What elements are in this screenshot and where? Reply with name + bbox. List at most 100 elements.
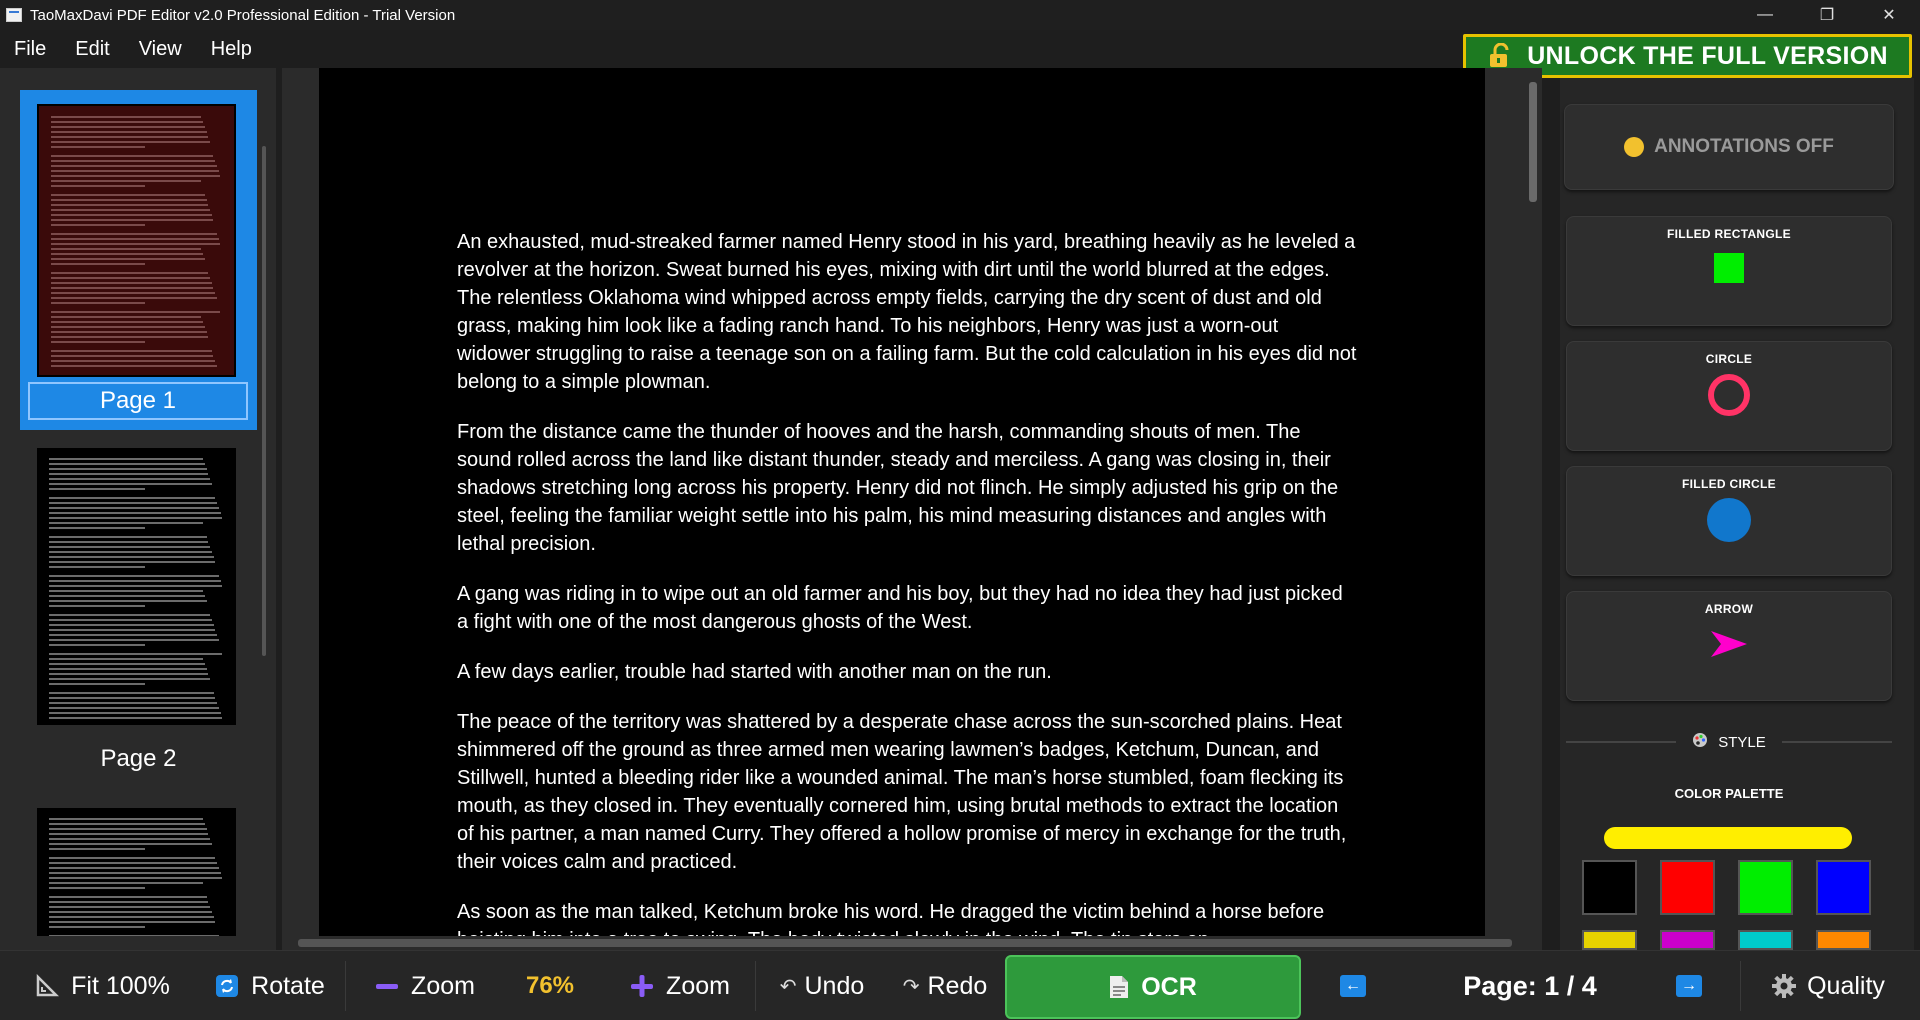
tool-filled-rectangle[interactable]: FILLED RECTANGLE — [1566, 216, 1892, 326]
thumbnail-text-line — [49, 872, 221, 874]
thumbnail-text-line — [51, 170, 219, 172]
app-icon — [6, 8, 22, 22]
menu-help[interactable]: Help — [211, 38, 252, 61]
annotations-toggle-button[interactable]: ANNOTATIONS OFF — [1564, 104, 1894, 190]
menu-edit[interactable]: Edit — [75, 38, 109, 61]
thumbnail-text-line — [49, 683, 146, 685]
filled-rectangle-icon — [1567, 251, 1891, 285]
zoom-in-button[interactable]: Zoom — [625, 951, 735, 1020]
thumbnail-text-line — [49, 857, 216, 859]
thumbnail-text-line — [51, 238, 219, 240]
thumbnail-text-line — [51, 336, 209, 338]
swatch-magenta[interactable] — [1660, 930, 1715, 950]
thumbnail-text-line — [49, 473, 209, 475]
horizontal-scrollbar[interactable] — [282, 936, 1524, 950]
paragraph: As soon as the man talked, Ketchum broke… — [457, 901, 1325, 936]
status-dot-icon — [1624, 137, 1645, 157]
thumbnail-text-line — [51, 131, 207, 133]
thumbnail-text-line — [49, 512, 221, 514]
thumbnail-text-line — [51, 126, 205, 128]
swatch-orange[interactable] — [1816, 930, 1871, 950]
thumbnail-text-line — [49, 843, 212, 845]
horizontal-scroll-thumb[interactable] — [298, 939, 1512, 947]
thumbnail-text-line — [49, 658, 203, 660]
style-divider: STYLE — [1566, 730, 1892, 754]
arrow-right-icon: → — [1676, 975, 1702, 997]
thumbnail-text-line — [49, 522, 203, 524]
swatch-cyan[interactable] — [1738, 930, 1793, 950]
rotate-button[interactable]: Rotate — [210, 951, 330, 1020]
vertical-scrollbar[interactable] — [1524, 68, 1542, 936]
tool-circle[interactable]: CIRCLE — [1566, 341, 1892, 451]
color-swatches — [1582, 860, 1892, 950]
thumbnail-text-line — [51, 141, 211, 143]
tool-arrow[interactable]: ARROW — [1566, 591, 1892, 701]
ocr-label: OCR — [1141, 972, 1197, 1001]
thumbnail-text-line — [51, 233, 217, 235]
swatch-yellow[interactable] — [1582, 930, 1637, 950]
thumbnail-text-line — [49, 926, 146, 928]
thumbnail-text-line — [49, 605, 146, 607]
thumbnail-label: Page 1 — [28, 382, 248, 420]
thumbnail-page-3[interactable] — [20, 808, 257, 950]
plus-icon — [630, 974, 654, 998]
thumbnail-text-line — [49, 497, 216, 499]
thumbnail-text-line — [49, 458, 203, 460]
swatch-blue[interactable] — [1816, 860, 1871, 915]
tool-filled-circle[interactable]: FILLED CIRCLE — [1566, 466, 1892, 576]
menu-file[interactable]: File — [14, 38, 46, 61]
restore-button[interactable]: ❐ — [1796, 0, 1858, 30]
arrow-left-icon: ← — [1340, 975, 1366, 997]
thumbnail-text-line — [51, 121, 204, 123]
paragraph: An exhausted, mud-streaked farmer named … — [457, 231, 1357, 393]
thumbnail-page-2[interactable]: Page 2 — [20, 448, 257, 788]
arrow-icon — [1567, 628, 1891, 660]
thumbnail-label: Page 2 — [100, 745, 177, 772]
close-button[interactable]: ✕ — [1858, 0, 1920, 30]
thumbnail-text-line — [49, 463, 205, 465]
thumbnail-text-line — [51, 326, 205, 328]
rotate-icon — [215, 974, 239, 998]
thumbnail-text-line — [49, 663, 205, 665]
swatch-black[interactable] — [1582, 860, 1637, 915]
thumbnail-text-line — [49, 575, 219, 577]
zoom-out-button[interactable]: Zoom — [370, 951, 480, 1020]
thumbnail-text-line — [51, 311, 221, 313]
menu-view[interactable]: View — [139, 38, 182, 61]
vertical-scroll-thumb[interactable] — [1529, 82, 1537, 202]
app-window: TaoMaxDavi PDF Editor v2.0 Professional … — [0, 0, 1920, 1020]
redo-icon: ↷ — [902, 975, 920, 998]
next-page-button[interactable]: → — [1674, 951, 1704, 1020]
tool-label: FILLED RECTANGLE — [1667, 227, 1791, 241]
bottom-toolbar: Fit 100% Rotate Zoom 76% Zoom ↶ Undo ↷ R… — [0, 950, 1920, 1020]
menu-bar: File Edit View Help — [0, 30, 1460, 68]
quality-button[interactable]: Quality — [1768, 951, 1888, 1020]
thumbnail-sidebar: Page 1 Page 2 — [0, 68, 276, 950]
swatch-green[interactable] — [1738, 860, 1793, 915]
ocr-button[interactable]: OCR — [1005, 955, 1301, 1019]
document-icon — [1109, 975, 1129, 999]
paragraph: The peace of the territory was shattered… — [457, 711, 1347, 873]
thumbnail-text-line — [51, 116, 202, 118]
thumbnail-text-line — [51, 243, 221, 245]
swatch-red[interactable] — [1660, 860, 1715, 915]
previous-page-button[interactable]: ← — [1338, 951, 1368, 1020]
thumbnail-scrollbar[interactable] — [262, 146, 266, 656]
thumbnail-page-1[interactable]: Page 1 — [20, 90, 257, 430]
undo-button[interactable]: ↶ Undo — [772, 951, 872, 1020]
thumbnail-text-line — [51, 263, 146, 265]
fit-100-button[interactable]: Fit 100% — [30, 951, 175, 1020]
thumbnail-page-3-image — [37, 808, 236, 936]
redo-button[interactable]: ↷ Redo — [895, 951, 995, 1020]
thumbnail-text-line — [51, 321, 204, 323]
thumbnail-text-line — [51, 272, 209, 274]
thumbnail-text-line — [49, 566, 146, 568]
thumbnail-text-line — [51, 214, 212, 216]
minimize-button[interactable]: — — [1734, 0, 1796, 30]
fit-label: Fit 100% — [71, 971, 170, 1000]
thumbnail-text-line — [51, 219, 214, 221]
thumbnail-text-line — [51, 277, 211, 279]
thumbnail-text-line — [51, 136, 209, 138]
gear-icon — [1771, 973, 1797, 999]
ruler-icon — [35, 974, 60, 998]
